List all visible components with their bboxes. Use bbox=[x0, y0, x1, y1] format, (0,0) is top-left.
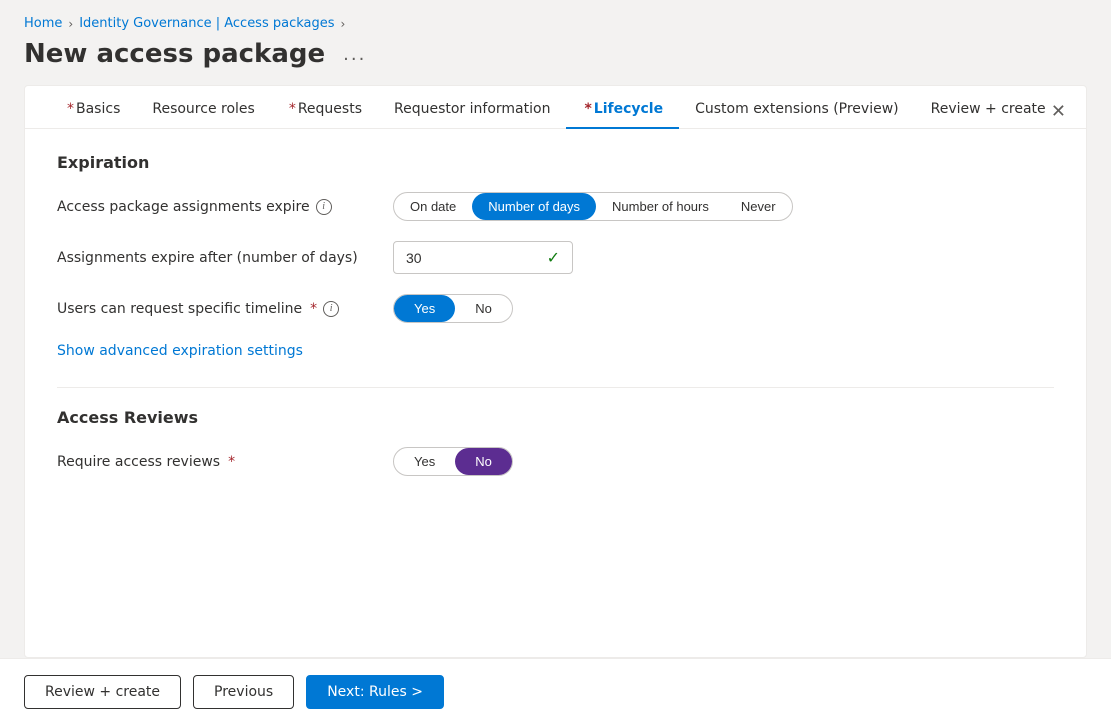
require-reviews-toggle: Yes No bbox=[393, 447, 513, 476]
assignments-expire-row: Access package assignments expire i On d… bbox=[57, 192, 1054, 221]
days-expire-label: Assignments expire after (number of days… bbox=[57, 250, 377, 266]
require-reviews-star: * bbox=[228, 454, 235, 470]
tab-resource-roles[interactable]: Resource roles bbox=[136, 87, 270, 129]
breadcrumb-sep1: › bbox=[68, 17, 73, 31]
days-check-icon: ✓ bbox=[547, 248, 560, 267]
requests-required-star: * bbox=[289, 101, 296, 117]
expiration-never[interactable]: Never bbox=[725, 193, 792, 220]
days-expire-row: Assignments expire after (number of days… bbox=[57, 241, 1054, 274]
require-reviews-row: Require access reviews * Yes No bbox=[57, 447, 1054, 476]
timeline-info-icon[interactable]: i bbox=[323, 301, 339, 317]
tabs-container: *Basics Resource roles *Requests Request… bbox=[25, 86, 1086, 129]
days-input-container: ✓ bbox=[393, 241, 573, 274]
timeline-yes-button[interactable]: Yes bbox=[394, 295, 455, 322]
assignments-expire-info-icon[interactable]: i bbox=[316, 199, 332, 215]
breadcrumb-sep2: › bbox=[341, 17, 346, 31]
tab-lifecycle[interactable]: *Lifecycle bbox=[566, 87, 679, 129]
footer: Review + create Previous Next: Rules > bbox=[0, 658, 1111, 725]
tab-basics[interactable]: *Basics bbox=[49, 87, 136, 129]
next-button[interactable]: Next: Rules > bbox=[306, 675, 444, 709]
main-content: Home › Identity Governance | Access pack… bbox=[0, 0, 1111, 658]
show-advanced-link[interactable]: Show advanced expiration settings bbox=[57, 343, 303, 359]
page-title-row: New access package ... bbox=[24, 39, 1087, 69]
breadcrumb-home[interactable]: Home bbox=[24, 16, 62, 31]
expiration-on-date[interactable]: On date bbox=[394, 193, 472, 220]
page-container: Home › Identity Governance | Access pack… bbox=[0, 0, 1111, 725]
basics-required-star: * bbox=[67, 101, 74, 117]
timeline-label: Users can request specific timeline * i bbox=[57, 301, 377, 317]
breadcrumb: Home › Identity Governance | Access pack… bbox=[24, 16, 1087, 31]
tab-custom-extensions[interactable]: Custom extensions (Preview) bbox=[679, 87, 915, 129]
timeline-required-star: * bbox=[310, 301, 317, 317]
require-reviews-no-button[interactable]: No bbox=[455, 448, 512, 475]
expiration-number-hours[interactable]: Number of hours bbox=[596, 193, 725, 220]
tab-review-create[interactable]: Review + create bbox=[915, 87, 1062, 129]
expiration-section-title: Expiration bbox=[57, 153, 1054, 172]
more-options-button[interactable]: ... bbox=[335, 40, 374, 69]
form-card: ✕ *Basics Resource roles *Requests Reque… bbox=[24, 85, 1087, 658]
page-title: New access package bbox=[24, 39, 325, 69]
breadcrumb-governance[interactable]: Identity Governance | Access packages bbox=[79, 16, 334, 31]
days-input[interactable] bbox=[406, 250, 539, 266]
expiration-type-control: On date Number of days Number of hours N… bbox=[393, 192, 793, 221]
tab-requestor-info[interactable]: Requestor information bbox=[378, 87, 566, 129]
assignments-expire-label: Access package assignments expire i bbox=[57, 199, 377, 215]
lifecycle-required-star: * bbox=[584, 101, 591, 117]
expiration-number-days[interactable]: Number of days bbox=[472, 193, 596, 220]
timeline-toggle: Yes No bbox=[393, 294, 513, 323]
require-reviews-yes-button[interactable]: Yes bbox=[394, 448, 455, 475]
require-reviews-label: Require access reviews * bbox=[57, 454, 377, 470]
review-create-button[interactable]: Review + create bbox=[24, 675, 181, 709]
access-reviews-title: Access Reviews bbox=[57, 408, 1054, 427]
previous-button[interactable]: Previous bbox=[193, 675, 294, 709]
form-area: Expiration Access package assignments ex… bbox=[25, 129, 1086, 657]
tab-requests[interactable]: *Requests bbox=[271, 87, 378, 129]
timeline-row: Users can request specific timeline * i … bbox=[57, 294, 1054, 323]
section-divider bbox=[57, 387, 1054, 388]
timeline-no-button[interactable]: No bbox=[455, 295, 512, 322]
